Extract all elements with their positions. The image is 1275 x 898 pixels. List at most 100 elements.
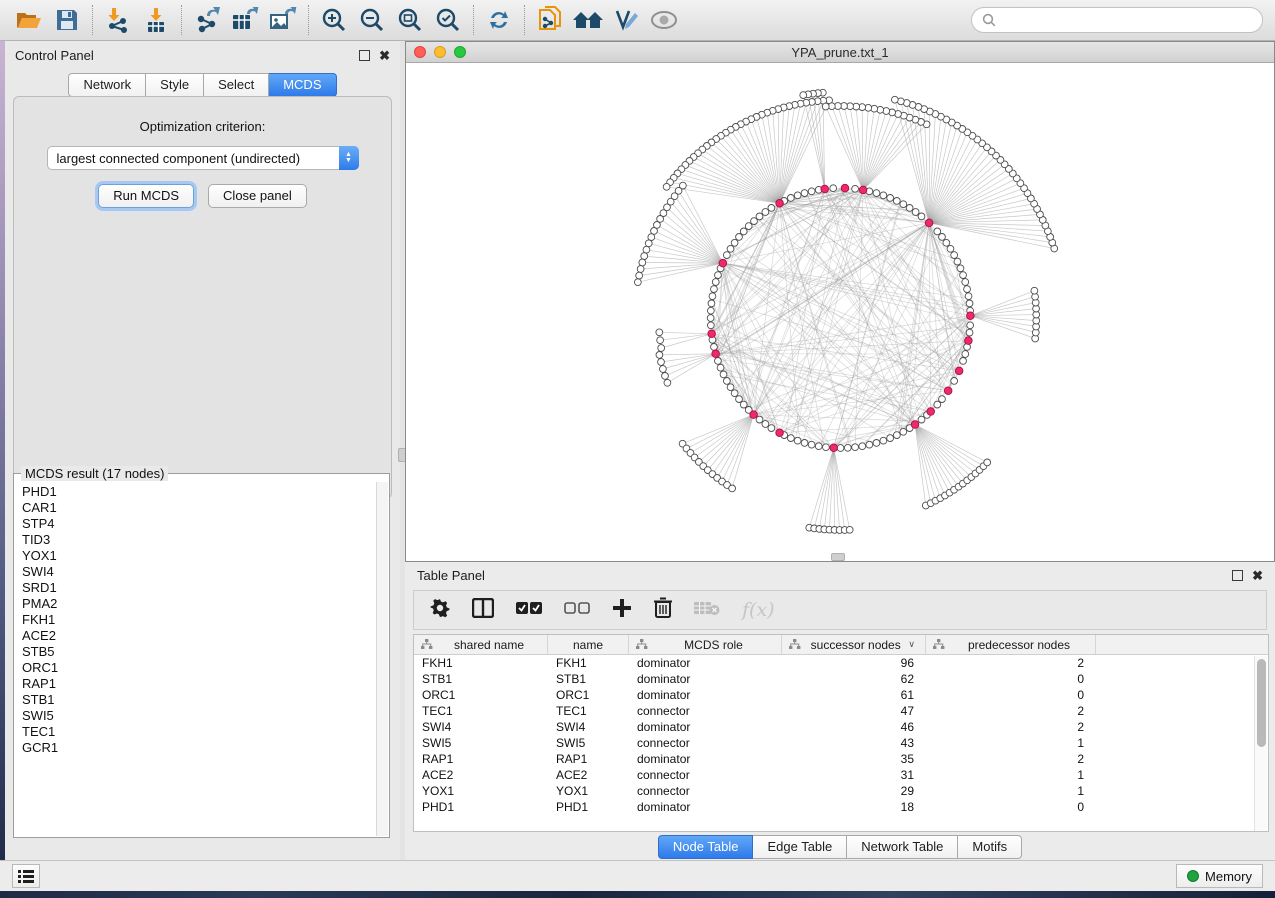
mcds-result-item[interactable]: SWI5	[18, 708, 375, 724]
column-header[interactable]: name	[548, 635, 629, 654]
import-network-icon[interactable]	[99, 4, 137, 36]
table-row[interactable]: YOX1YOX1connector291	[414, 783, 1268, 799]
table-cell: STB1	[548, 671, 629, 687]
table-row[interactable]: RAP1RAP1dominator352	[414, 751, 1268, 767]
mcds-result-item[interactable]: SRD1	[18, 580, 375, 596]
float-panel-icon[interactable]	[359, 50, 370, 61]
float-table-panel-icon[interactable]	[1232, 570, 1243, 581]
table-cell: dominator	[629, 799, 782, 815]
table-row[interactable]: TEC1TEC1connector472	[414, 703, 1268, 719]
open-file-icon[interactable]	[10, 4, 48, 36]
mcds-result-item[interactable]: ORC1	[18, 660, 375, 676]
criterion-dropdown-value: largest connected component (undirected)	[48, 151, 339, 166]
add-column-icon[interactable]	[612, 598, 632, 623]
refresh-icon[interactable]	[480, 4, 518, 36]
gear-icon[interactable]	[430, 598, 450, 623]
table-scrollbar[interactable]	[1254, 656, 1267, 832]
search-field[interactable]	[971, 7, 1263, 33]
close-panel-button[interactable]: Close panel	[208, 184, 307, 208]
table-row[interactable]: ACE2ACE2connector311	[414, 767, 1268, 783]
style-pen-icon[interactable]	[607, 4, 645, 36]
control-panel-title: Control Panel	[15, 48, 359, 63]
mcds-tab-content: Optimization criterion: largest connecte…	[13, 96, 392, 499]
column-header[interactable]: successor nodes∨	[782, 635, 926, 654]
zoom-selected-icon[interactable]	[429, 4, 467, 36]
table-scrollbar-thumb[interactable]	[1257, 659, 1266, 747]
table-cell: 0	[926, 671, 1096, 687]
mcds-result-item[interactable]: RAP1	[18, 676, 375, 692]
mcds-result-item[interactable]: FKH1	[18, 612, 375, 628]
eye-icon[interactable]	[645, 4, 683, 36]
network-canvas[interactable]	[406, 63, 1274, 561]
memory-button[interactable]: Memory	[1176, 864, 1263, 888]
mcds-result-item[interactable]: CAR1	[18, 500, 375, 516]
column-header[interactable]: shared name	[414, 635, 548, 654]
mcds-result-item[interactable]: TEC1	[18, 724, 375, 740]
export-table-icon[interactable]	[226, 4, 264, 36]
table-cell: SWI4	[414, 719, 548, 735]
tab-select[interactable]: Select	[204, 73, 269, 97]
network-window-titlebar[interactable]: YPA_prune.txt_1	[406, 42, 1274, 63]
table-row[interactable]: STB1STB1dominator620	[414, 671, 1268, 687]
tab-network-table[interactable]: Network Table	[847, 835, 958, 859]
table-row[interactable]: FKH1FKH1dominator962	[414, 655, 1268, 671]
mcds-result-item[interactable]: STB1	[18, 692, 375, 708]
table-panel-header: Table Panel ✖	[405, 562, 1275, 588]
delete-icon[interactable]	[654, 597, 672, 623]
table-row[interactable]: ORC1ORC1dominator610	[414, 687, 1268, 703]
tab-motifs[interactable]: Motifs	[958, 835, 1022, 859]
save-session-icon[interactable]	[48, 4, 86, 36]
table-row[interactable]: SWI5SWI5connector431	[414, 735, 1268, 751]
tab-node-table[interactable]: Node Table	[658, 835, 754, 859]
table-cell: FKH1	[548, 655, 629, 671]
table-cell: connector	[629, 735, 782, 751]
mcds-result-item[interactable]: STB5	[18, 644, 375, 660]
criterion-dropdown[interactable]: largest connected component (undirected)…	[47, 146, 359, 170]
table-row[interactable]: PHD1PHD1dominator180	[414, 799, 1268, 815]
mcds-result-item[interactable]: GCR1	[18, 740, 375, 756]
run-mcds-button[interactable]: Run MCDS	[98, 184, 194, 208]
network-document-icon[interactable]	[531, 4, 569, 36]
zoom-fit-icon[interactable]	[391, 4, 429, 36]
node-table: shared namenameMCDS rolesuccessor nodes∨…	[413, 634, 1269, 832]
table-cell: PHD1	[414, 799, 548, 815]
mcds-result-item[interactable]: TID3	[18, 532, 375, 548]
mcds-result-item[interactable]: PHD1	[18, 484, 375, 500]
column-type-icon	[635, 639, 648, 650]
control-panel: Control Panel ✖ Network Style Select MCD…	[5, 41, 400, 860]
import-table-icon[interactable]	[137, 4, 175, 36]
mcds-result-scrollbar[interactable]	[376, 482, 388, 836]
table-cell: 62	[782, 671, 926, 687]
zoom-in-icon[interactable]	[315, 4, 353, 36]
mcds-result-item[interactable]: SWI4	[18, 564, 375, 580]
tab-network[interactable]: Network	[68, 73, 146, 97]
export-network-icon[interactable]	[188, 4, 226, 36]
search-icon	[982, 13, 996, 27]
table-cell: 2	[926, 655, 1096, 671]
tab-mcds[interactable]: MCDS	[269, 73, 336, 97]
mcds-result-item[interactable]: STP4	[18, 516, 375, 532]
close-table-panel-icon[interactable]: ✖	[1252, 570, 1263, 581]
network-view-window: YPA_prune.txt_1	[405, 41, 1275, 562]
close-panel-icon[interactable]: ✖	[379, 50, 390, 61]
houses-icon[interactable]	[569, 4, 607, 36]
zoom-out-icon[interactable]	[353, 4, 391, 36]
search-input[interactable]	[996, 13, 1252, 27]
mcds-result-item[interactable]: ACE2	[18, 628, 375, 644]
column-header[interactable]: MCDS role	[629, 635, 782, 654]
horizontal-splitter-handle[interactable]	[831, 553, 845, 561]
table-cell: SWI4	[548, 719, 629, 735]
export-image-icon[interactable]	[264, 4, 302, 36]
deselect-all-icon[interactable]	[564, 601, 590, 620]
tab-style[interactable]: Style	[146, 73, 204, 97]
column-header[interactable]: predecessor nodes	[926, 635, 1096, 654]
select-all-icon[interactable]	[516, 601, 542, 620]
mcds-result-item[interactable]: YOX1	[18, 548, 375, 564]
table-cell: 96	[782, 655, 926, 671]
table-row[interactable]: SWI4SWI4dominator462	[414, 719, 1268, 735]
tab-edge-table[interactable]: Edge Table	[753, 835, 847, 859]
task-history-button[interactable]	[12, 864, 40, 888]
mcds-result-item[interactable]: PMA2	[18, 596, 375, 612]
table-cell: 43	[782, 735, 926, 751]
columns-icon[interactable]	[472, 598, 494, 623]
